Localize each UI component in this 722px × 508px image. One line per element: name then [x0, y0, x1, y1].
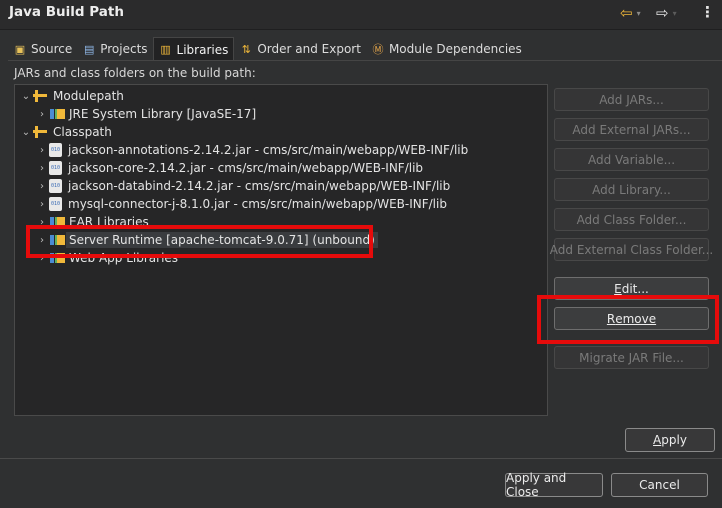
tab-label: Projects — [100, 42, 148, 56]
collapse-chevron-icon[interactable]: › — [35, 181, 49, 192]
apply-and-close-button[interactable]: Apply and Close — [505, 471, 603, 499]
collapse-chevron-icon[interactable]: › — [35, 163, 49, 174]
tree-node-web-app-libraries[interactable]: › Web App Libraries — [35, 249, 178, 267]
library-icon — [49, 107, 65, 121]
tab-module-dependencies[interactable]: Ⓜ Module Dependencies — [366, 37, 527, 61]
cancel-button[interactable]: Cancel — [611, 473, 708, 497]
module-dependencies-icon: Ⓜ — [372, 43, 384, 56]
collapse-chevron-icon[interactable]: › — [35, 109, 49, 120]
add-library-button[interactable]: Add Library... — [554, 178, 709, 201]
collapse-chevron-icon[interactable]: › — [35, 235, 49, 246]
tree-node-jar[interactable]: › jackson-databind-2.14.2.jar - cms/src/… — [35, 177, 450, 195]
remove-button[interactable]: Remove — [554, 307, 709, 330]
back-arrow-icon: ⇦ — [620, 4, 633, 22]
add-external-class-folder-button[interactable]: Add External Class Folder... — [550, 238, 713, 261]
tab-divider — [8, 60, 722, 61]
window-title: Java Build Path — [9, 4, 124, 20]
jar-icon — [49, 197, 62, 211]
jar-icon — [49, 161, 62, 175]
forward-dropdown-chevron-icon[interactable]: ▾ — [673, 9, 677, 18]
tree-node-classpath[interactable]: ⌄ Classpath — [19, 123, 112, 141]
tree-node-jar[interactable]: › jackson-core-2.14.2.jar - cms/src/main… — [35, 159, 423, 177]
tree-node-server-runtime[interactable]: › Server Runtime [apache-tomcat-9.0.71] … — [35, 231, 378, 249]
tab-order-and-export[interactable]: ⇅ Order and Export — [234, 37, 366, 61]
build-path-tree[interactable]: ⌄ Modulepath › JRE System Library [JavaS… — [14, 84, 548, 416]
library-icon — [49, 251, 65, 265]
tab-projects[interactable]: ▤ Projects — [77, 37, 152, 61]
forward-button[interactable]: ⇨ ▾ — [656, 3, 677, 23]
edit-button[interactable]: Edit... — [554, 277, 709, 300]
add-external-jars-button[interactable]: Add External JARs... — [554, 118, 709, 141]
tab-label: Source — [31, 42, 73, 56]
back-dropdown-chevron-icon[interactable]: ▾ — [637, 9, 641, 18]
tab-source[interactable]: ▣ Source — [8, 37, 77, 61]
jar-icon — [49, 179, 62, 193]
tree-node-jar[interactable]: › mysql-connector-j-8.1.0.jar - cms/src/… — [35, 195, 447, 213]
apply-button[interactable]: Apply — [625, 428, 715, 452]
build-path-label: JARs and class folders on the build path… — [14, 66, 256, 80]
tree-node-jar[interactable]: › jackson-annotations-2.14.2.jar - cms/s… — [35, 141, 468, 159]
tree-node-ear-libraries[interactable]: › EAR Libraries — [35, 213, 149, 231]
tab-label: Order and Export — [257, 42, 361, 56]
library-icon — [49, 215, 65, 229]
modulepath-icon — [33, 89, 49, 103]
tab-libraries[interactable]: ▥ Libraries — [152, 37, 235, 61]
collapse-chevron-icon[interactable]: › — [35, 253, 49, 264]
projects-icon: ▤ — [84, 42, 95, 56]
title-bar: Java Build Path ⇦ ▾ ⇨ ▾ ⋮ — [0, 0, 722, 30]
expand-chevron-icon[interactable]: ⌄ — [19, 91, 33, 102]
tree-node-jre-system-library[interactable]: › JRE System Library [JavaSE-17] — [35, 105, 256, 123]
migrate-jar-button[interactable]: Migrate JAR File... — [554, 346, 709, 369]
footer-divider — [0, 458, 722, 459]
view-menu-icon[interactable]: ⋮ — [700, 3, 715, 21]
tab-bar: ▣ Source ▤ Projects ▥ Libraries ⇅ Order … — [8, 37, 527, 61]
tree-node-modulepath[interactable]: ⌄ Modulepath — [19, 87, 124, 105]
classpath-icon — [33, 125, 49, 139]
collapse-chevron-icon[interactable]: › — [35, 145, 49, 156]
jar-icon — [49, 143, 62, 157]
library-icon — [49, 233, 65, 247]
collapse-chevron-icon[interactable]: › — [35, 199, 49, 210]
add-variable-button[interactable]: Add Variable... — [554, 148, 709, 171]
expand-chevron-icon[interactable]: ⌄ — [19, 127, 33, 138]
add-jars-button[interactable]: Add JARs... — [554, 88, 709, 111]
tab-label: Libraries — [176, 42, 229, 57]
source-folder-icon: ▣ — [14, 42, 26, 56]
order-export-icon: ⇅ — [241, 42, 251, 56]
add-class-folder-button[interactable]: Add Class Folder... — [554, 208, 709, 231]
forward-arrow-icon: ⇨ — [656, 4, 669, 22]
back-button[interactable]: ⇦ ▾ — [620, 3, 641, 23]
collapse-chevron-icon[interactable]: › — [35, 217, 49, 228]
libraries-icon: ▥ — [160, 43, 171, 56]
tab-label: Module Dependencies — [388, 42, 522, 56]
